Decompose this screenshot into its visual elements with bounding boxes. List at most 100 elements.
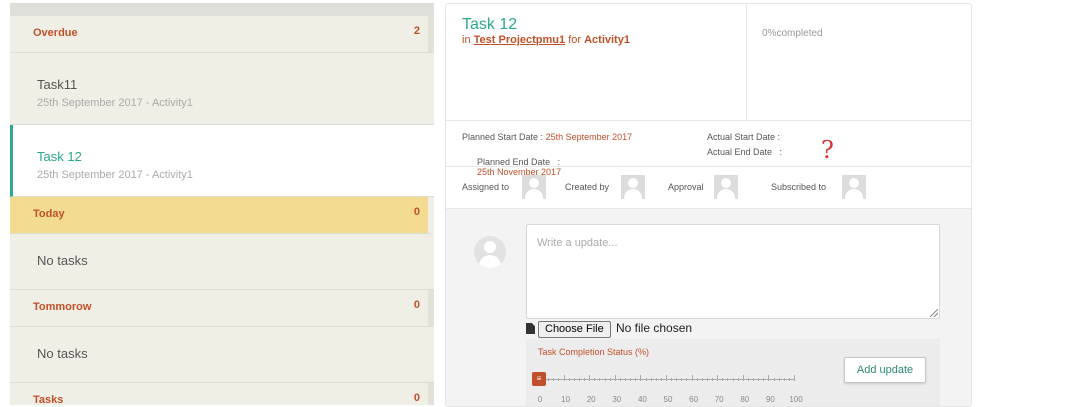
slider-tick	[768, 375, 770, 381]
slider-tick	[706, 378, 708, 381]
task-people: Assigned to Created by Approval Subscrib…	[446, 166, 971, 209]
slider-tick-label: 90	[765, 395, 775, 404]
group-count-tasks: 0	[413, 392, 420, 404]
no-file-text: No file chosen	[616, 321, 693, 335]
slider-tick	[578, 378, 580, 381]
slider-tick	[681, 378, 683, 381]
task-item-task12-selected[interactable]: Task 12 25th September 2017 - Activity1	[10, 125, 434, 197]
slider-tick	[614, 375, 616, 381]
project-link[interactable]: Test Projectpmu1	[474, 34, 566, 46]
group-label-overdue: Overdue	[33, 27, 78, 39]
slider-tick	[568, 378, 570, 381]
slider-tick	[640, 375, 642, 381]
slider-tick	[666, 375, 667, 381]
slider-tick	[712, 378, 714, 381]
slider-tick	[763, 378, 765, 381]
task-item-task11[interactable]: Task11 25th September 2017 - Activity1	[10, 53, 434, 125]
approval-label: Approval	[668, 182, 704, 192]
task-name: Task 12	[37, 149, 82, 164]
slider-handle[interactable]: ≡	[532, 372, 546, 386]
slider-tick-label: 80	[740, 395, 750, 404]
slider-tick	[584, 378, 586, 381]
no-tasks-text: No tasks	[37, 253, 88, 268]
task-list-top-bar	[10, 3, 434, 16]
slider-tick	[558, 378, 560, 381]
completion-status-box: Task Completion Status (%) 0 10 20 30 40 50 60…	[526, 339, 940, 406]
group-label-tasks: Tasks	[33, 394, 64, 405]
planned-start-label: Planned Start Date :	[462, 132, 544, 142]
activity-name: Activity1	[584, 34, 630, 46]
question-mark-annotation: ?	[821, 136, 834, 164]
task-name: Task11	[37, 77, 78, 92]
slider-tick	[783, 378, 785, 381]
slider-tick	[686, 378, 688, 381]
slider-tick	[727, 378, 729, 381]
slider-tick	[553, 378, 555, 381]
task-dates: Planned Start Date : 25th September 2017…	[446, 120, 971, 177]
slider-tick	[619, 378, 621, 381]
completion-status-label: Task Completion Status (%)	[538, 347, 650, 357]
slider-tick	[773, 378, 775, 381]
slider-tick	[691, 375, 693, 381]
subscribed-to-label: Subscribed to	[771, 182, 827, 192]
subscribed-to-avatar-icon[interactable]	[842, 175, 866, 199]
update-section: Choose File No file chosen Task Completi…	[446, 209, 971, 406]
empty-state-tomorrow: No tasks	[10, 327, 434, 383]
slider-tick	[548, 378, 550, 381]
slider-tick	[630, 378, 632, 381]
slider-tick	[650, 378, 652, 381]
slider-tick	[722, 378, 724, 381]
actual-start-label: Actual Start Date :	[707, 132, 781, 142]
no-tasks-text: No tasks	[37, 346, 88, 361]
actual-end-label: Actual End Date :	[707, 147, 783, 157]
slider-tick	[794, 375, 795, 381]
group-header-tasks[interactable]: Tasks 0	[10, 383, 434, 405]
group-header-overdue[interactable]: Overdue 2	[10, 16, 434, 53]
slider-tick-label: 50	[663, 395, 673, 404]
slider-tick-label: 40	[637, 395, 647, 404]
created-by-label: Created by	[565, 182, 610, 192]
slider-tick-label: 0	[537, 395, 543, 404]
task-context: in Test Projectpmu1 for Activity1	[462, 34, 630, 46]
assigned-to-avatar-icon[interactable]	[522, 175, 546, 199]
group-label-today: Today	[33, 208, 65, 220]
slider-tick	[655, 378, 657, 381]
slider-tick	[594, 378, 596, 381]
planned-start-date: Planned Start Date : 25th September 2017	[462, 132, 632, 142]
task-detail-card: Task 12 in Test Projectpmu1 for Activity…	[445, 3, 972, 407]
slider-tick	[671, 378, 673, 381]
task-detail-header: Task 12 in Test Projectpmu1 for Activity…	[446, 4, 747, 120]
slider-tick	[758, 378, 760, 381]
slider-tick	[573, 378, 575, 381]
group-count-tomorrow: 0	[413, 299, 420, 311]
choose-file-button[interactable]: Choose File	[538, 321, 611, 338]
slider-tick	[625, 378, 627, 381]
slider-tick	[676, 378, 678, 381]
slider-tick	[589, 375, 591, 381]
for-word: for	[568, 34, 582, 46]
slider-tick-label: 10	[561, 395, 571, 404]
resize-grip-icon[interactable]	[930, 309, 938, 317]
slider-tick	[604, 378, 606, 381]
group-header-today[interactable]: Today 0	[10, 197, 434, 234]
assigned-to-label: Assigned to	[462, 182, 510, 192]
slider-tick	[732, 378, 734, 381]
group-count-overdue: 2	[413, 25, 420, 37]
slider-tick	[778, 378, 780, 381]
add-update-button[interactable]: Add update	[844, 357, 926, 383]
slider-tick-label: 70	[714, 395, 724, 404]
slider-ticks	[536, 375, 798, 385]
group-header-tomorrow[interactable]: Tommorow 0	[10, 290, 434, 327]
file-icon	[526, 323, 535, 334]
slider-tick	[609, 378, 611, 381]
slider-tick	[635, 378, 637, 381]
task-title: Task 12	[462, 16, 518, 33]
slider-tick	[701, 378, 703, 381]
group-count-today: 0	[413, 206, 420, 218]
slider-tick	[717, 375, 719, 381]
user-avatar-icon	[474, 236, 506, 268]
update-textarea[interactable]	[526, 224, 940, 319]
created-by-avatar-icon[interactable]	[621, 175, 645, 199]
in-prefix: in	[462, 34, 471, 46]
approval-avatar-icon[interactable]	[714, 175, 738, 199]
